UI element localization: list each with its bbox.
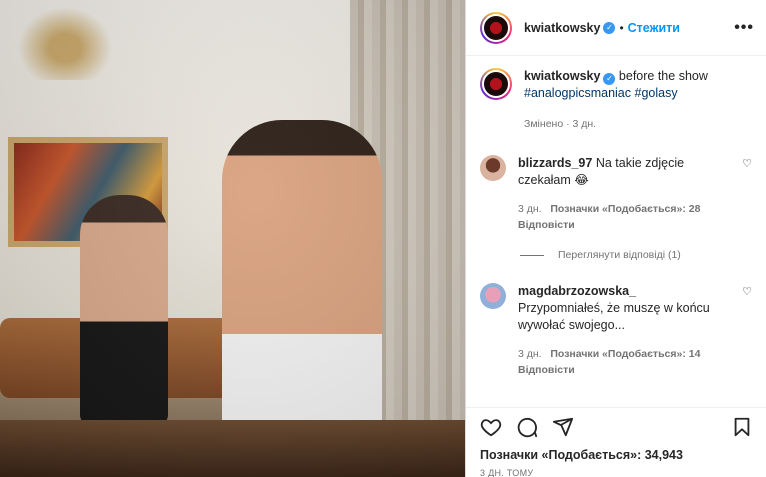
comment-username[interactable]: magdabrzozowska_ — [518, 284, 636, 298]
post-timestamp: 3 ДН. ТОМУ — [480, 468, 534, 477]
more-options-icon[interactable]: ••• — [734, 19, 754, 37]
comment-text: Przypomniałeś, że muszę w końcu wywołać … — [518, 301, 710, 332]
post-sidebar: kwiatkowsky ✓ • Стежити ••• kwiatkowsky ✓… — [465, 0, 766, 477]
comment-likes[interactable]: Позначки «Подобається»: 28 — [550, 203, 700, 215]
post-header: kwiatkowsky ✓ • Стежити ••• — [466, 0, 766, 56]
caption-text: before the show — [618, 69, 708, 83]
caption-username[interactable]: kwiatkowsky — [524, 69, 600, 83]
view-replies-button[interactable]: Переглянути відповіді (1) — [520, 249, 752, 261]
commenter-avatar[interactable] — [480, 283, 506, 309]
caption-avatar[interactable] — [480, 68, 512, 100]
verified-badge-icon: ✓ — [603, 21, 616, 34]
share-icon[interactable] — [552, 416, 574, 441]
post-photo[interactable] — [0, 0, 465, 477]
comment-username[interactable]: blizzards_97 — [518, 156, 592, 170]
comment-time: 3 дн. — [518, 348, 542, 360]
comment-item: blizzards_97 Na takie zdjęcie czekałam 😂… — [480, 155, 752, 233]
comment-like-heart-icon[interactable]: ♡ — [742, 285, 752, 298]
follow-button[interactable]: Стежити — [628, 21, 680, 35]
bookmark-icon[interactable] — [732, 416, 752, 441]
comment-item: magdabrzozowska_ Przypomniałeś, że muszę… — [480, 283, 752, 378]
separator-dot: • — [619, 20, 624, 35]
caption-hashtags[interactable]: #analogpicsmaniac #golasy — [524, 86, 678, 100]
comment-like-heart-icon[interactable]: ♡ — [742, 157, 752, 170]
post-footer: Позначки «Подобається»: 34,943 3 ДН. ТОМ… — [466, 407, 766, 477]
post-caption: kwiatkowsky ✓ before the show #analogpics… — [480, 68, 752, 133]
post-likes-count[interactable]: Позначки «Подобається»: 34,943 — [480, 448, 752, 462]
author-username[interactable]: kwiatkowsky — [524, 21, 600, 35]
verified-badge-icon: ✓ — [603, 72, 616, 85]
reply-button[interactable]: Відповісти — [518, 219, 575, 231]
action-bar — [480, 416, 752, 440]
instagram-post-view: kwiatkowsky ✓ • Стежити ••• kwiatkowsky ✓… — [0, 0, 766, 477]
replies-divider — [520, 254, 544, 256]
comment-likes[interactable]: Позначки «Подобається»: 14 — [550, 348, 700, 360]
reply-button[interactable]: Відповісти — [518, 364, 575, 376]
caption-edited-time: Змінено · 3 дн. — [524, 118, 597, 130]
comment-time: 3 дн. — [518, 203, 542, 215]
comment-icon[interactable] — [516, 416, 538, 441]
heart-icon[interactable] — [480, 416, 502, 441]
view-replies-label: Переглянути відповіді (1) — [558, 249, 681, 261]
author-avatar[interactable] — [480, 11, 512, 44]
comments-section[interactable]: kwiatkowsky ✓ before the show #analogpics… — [466, 56, 766, 407]
commenter-avatar[interactable] — [480, 155, 506, 181]
